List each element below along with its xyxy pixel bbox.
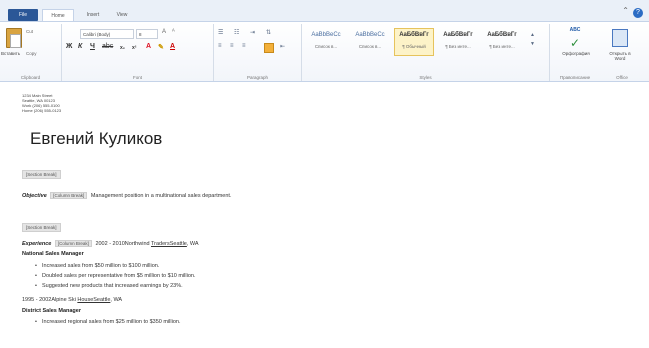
styles-group: AaBbBeCc Список в... AaBbBeCc Список в..… — [302, 24, 550, 81]
sort-icon[interactable]: ⇅ — [266, 29, 271, 36]
column-break-marker: [Column Break] — [50, 192, 88, 199]
numbering-icon[interactable]: ☷ — [234, 29, 239, 36]
section-break-marker: [Section Break] — [22, 170, 61, 179]
line-spacing-icon[interactable] — [264, 43, 274, 53]
open-in-word-icon[interactable] — [612, 29, 628, 47]
font-group: Calibri (Body) 8 A ᴬ Ж К Ч abc x₂ x² A ✎… — [62, 24, 214, 81]
experience-line: Experience [Column Break] 2002 - 2010Nor… — [22, 240, 199, 247]
tab-home[interactable]: Home — [42, 9, 74, 21]
styles-scroll-up-icon[interactable]: ▲ — [530, 32, 535, 38]
list-item: Suggested new products that increased ea… — [35, 283, 183, 289]
office-group-label: Office — [616, 75, 628, 80]
job2-location: , WA — [110, 297, 123, 303]
text-effects-icon[interactable]: A — [146, 43, 151, 50]
style-item[interactable]: AaБбВвГг ¶ Без инте... — [482, 28, 522, 56]
styles-group-label: Styles — [419, 75, 432, 80]
address-block: 1234 Main Street Seattle, WA 00123 Work … — [22, 93, 61, 113]
document-page[interactable]: 1234 Main Street Seattle, WA 00123 Work … — [0, 83, 649, 348]
column-break-marker: [Column Break] — [54, 240, 92, 247]
style-item-selected[interactable]: AaБбВвГг ¶ Обычный — [394, 28, 434, 56]
job2-dates: 1995 - 2002 — [22, 297, 52, 303]
indent-icon[interactable]: ⇥ — [250, 29, 255, 36]
objective-label: Objective — [22, 193, 47, 199]
section-break-marker: [Section Break] — [22, 223, 61, 232]
align-right-icon[interactable]: ≡ — [242, 43, 246, 49]
align-left-icon[interactable]: ≡ — [218, 43, 222, 49]
ribbon-tab-bar: File Home Insert View ⌃ ? — [0, 0, 649, 22]
job2-title: District Sales Manager — [22, 308, 81, 314]
font-color-icon[interactable]: A — [170, 43, 175, 50]
address-line: Home (206) 555-0123 — [22, 108, 62, 113]
experience-label: Experience — [22, 241, 52, 247]
shading-icon[interactable]: ⇤ — [280, 43, 285, 50]
paragraph-group: ☰ ☷ ⇥ ⇅ ≡ ≡ ≡ ⇤ Paragraph — [214, 24, 302, 81]
bold-icon[interactable]: Ж — [66, 43, 72, 50]
job1-location: , WA — [186, 241, 199, 247]
check-icon: ✓ — [570, 36, 581, 50]
styles-scroll-down-icon[interactable]: ▼ — [530, 41, 535, 47]
job1-title: National Sales Manager — [22, 251, 84, 257]
highlight-icon[interactable]: ✎ — [158, 43, 164, 51]
paste-icon[interactable] — [6, 28, 22, 48]
objective-text: Management position in a multinational s… — [90, 193, 232, 199]
grow-font-icon[interactable]: A — [162, 29, 166, 35]
superscript-icon[interactable]: x² — [132, 45, 136, 51]
objective-line: Objective [Column Break] Management posi… — [22, 192, 232, 199]
italic-icon[interactable]: К — [78, 43, 82, 50]
strikethrough-icon[interactable]: abc — [102, 43, 113, 50]
minimize-ribbon-icon[interactable]: ⌃ — [622, 6, 629, 15]
job2-line: 1995 - 2002Alpine Ski HouseSeattle, WA — [22, 297, 122, 303]
copy-button[interactable]: Copy — [26, 51, 37, 56]
job2-company-link[interactable]: HouseSeattle — [77, 297, 110, 303]
tab-insert[interactable]: Insert — [78, 9, 108, 21]
paste-button[interactable]: Вставить — [1, 51, 20, 56]
font-name-select[interactable]: Calibri (Body) — [80, 29, 134, 39]
spelling-button[interactable]: Орфография — [554, 51, 598, 56]
list-item: Doubled sales per representative from $5… — [35, 273, 195, 279]
underline-icon[interactable]: Ч — [90, 43, 95, 50]
cut-button[interactable]: Cut — [26, 29, 33, 34]
clipboard-group: Вставить Cut Copy Clipboard — [0, 24, 62, 81]
align-center-icon[interactable]: ≡ — [230, 43, 234, 49]
list-item: Increased sales from $50 million to $100… — [35, 263, 159, 269]
job1-company: Northwind — [124, 241, 150, 247]
job1-company-link[interactable]: TradersSeattle — [151, 241, 187, 247]
style-item[interactable]: AaBbBeCc Список в... — [350, 28, 390, 56]
open-in-word-button[interactable]: Открыть в Word — [604, 51, 636, 61]
resume-name: Евгений Куликов — [30, 129, 163, 148]
editing-group: ABC ✓ Орфография Открыть в Word Правопис… — [550, 24, 649, 81]
subscript-icon[interactable]: x₂ — [120, 45, 125, 51]
list-item: Increased regional sales from $25 millio… — [35, 319, 180, 325]
shrink-font-icon[interactable]: ᴬ — [172, 29, 175, 35]
font-group-label: Font — [132, 75, 142, 80]
clipboard-group-label: Clipboard — [20, 75, 41, 80]
style-item[interactable]: AaBbBeCc Список в... — [306, 28, 346, 56]
paragraph-group-label: Paragraph — [246, 75, 268, 80]
proofing-group-label: Правописание — [559, 75, 591, 80]
job1-dates: 2002 - 2010 — [95, 241, 125, 247]
help-icon[interactable]: ? — [633, 8, 643, 18]
bullets-icon[interactable]: ☰ — [218, 29, 223, 36]
font-size-select[interactable]: 8 — [136, 29, 158, 39]
ribbon: Вставить Cut Copy Clipboard Calibri (Bod… — [0, 21, 649, 82]
tab-file[interactable]: File — [8, 9, 38, 21]
style-item[interactable]: AaБбВвГг ¶ Без инте... — [438, 28, 478, 56]
job2-company: Alpine Ski — [51, 297, 78, 303]
tab-view[interactable]: View — [110, 9, 134, 21]
